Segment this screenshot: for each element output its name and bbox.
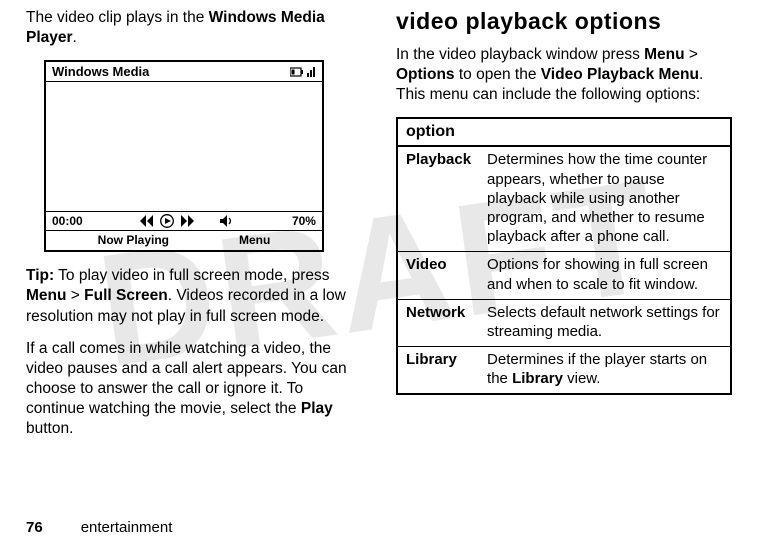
lib-desc-post: view. — [563, 370, 601, 387]
left-column: The video clip plays in the Windows Medi… — [26, 8, 362, 451]
player-titlebar: Windows Media — [46, 62, 322, 82]
player-video-area — [46, 82, 322, 212]
volume-icon — [220, 215, 234, 227]
page-number: 76 — [26, 519, 43, 536]
right-intro-paragraph: In the video playback window press Menu … — [396, 45, 732, 105]
tip-full-screen: Full Screen — [84, 287, 168, 304]
call-text1: If a call comes in while watching a vide… — [26, 340, 347, 417]
table-row: Playback Determines how the time counter… — [397, 146, 731, 251]
softkey-now-playing: Now Playing — [98, 233, 169, 247]
softkey-menu: Menu — [239, 233, 270, 247]
intro-post: . — [73, 29, 77, 46]
tip-paragraph: Tip: To play video in full screen mode, … — [26, 266, 362, 326]
r-intro-options: Options — [396, 66, 455, 83]
player-title-icons — [290, 67, 316, 77]
r-intro-mid: to open the — [455, 66, 541, 83]
opt-name: Video — [397, 252, 479, 299]
prev-icon — [140, 215, 154, 227]
tip-text1: To play video in full screen mode, press — [54, 267, 329, 284]
player-transport — [140, 214, 234, 228]
media-player-mock: Windows Media 00:00 70% Now — [44, 60, 324, 252]
tip-menu: Menu — [26, 287, 66, 304]
player-title-text: Windows Media — [52, 64, 149, 79]
r-intro-pre: In the video playback window press — [396, 46, 644, 63]
player-controls-row: 00:00 70% — [46, 212, 322, 231]
opt-name: Playback — [397, 146, 479, 251]
page-columns: The video clip plays in the Windows Medi… — [0, 0, 758, 451]
call-paragraph: If a call comes in while watching a vide… — [26, 339, 362, 440]
opt-name: Network — [397, 299, 479, 346]
opt-desc: Determines if the player starts on the L… — [479, 347, 731, 395]
signal-icon — [307, 67, 316, 77]
next-icon — [180, 215, 194, 227]
table-row: Video Options for showing in full screen… — [397, 252, 731, 299]
player-softkeys: Now Playing Menu — [46, 231, 322, 250]
page-footer: 76 entertainment — [26, 519, 172, 536]
call-play: Play — [301, 400, 333, 417]
r-intro-menu: Menu — [644, 46, 684, 63]
options-table: option Playback Determines how the time … — [396, 117, 732, 395]
intro-paragraph: The video clip plays in the Windows Medi… — [26, 8, 362, 48]
call-text2: button. — [26, 420, 73, 437]
section-heading: video playback options — [396, 8, 732, 35]
r-intro-gt: > — [685, 46, 698, 63]
lib-desc-bold: Library — [512, 370, 563, 387]
opt-desc: Determines how the time counter appears,… — [479, 146, 731, 251]
tip-label: Tip: — [26, 267, 54, 284]
intro-pre: The video clip plays in the — [26, 9, 209, 26]
r-intro-vpm: Video Playback Menu — [541, 66, 699, 83]
opt-name: Library — [397, 347, 479, 395]
battery-icon — [290, 67, 304, 77]
table-row: Library Determines if the player starts … — [397, 347, 731, 395]
opt-desc: Options for showing in full screen and w… — [479, 252, 731, 299]
player-pct: 70% — [292, 214, 316, 228]
table-header-row: option — [397, 118, 731, 146]
opt-desc: Selects default network settings for str… — [479, 299, 731, 346]
table-header: option — [397, 118, 731, 146]
table-row: Network Selects default network settings… — [397, 299, 731, 346]
right-column: video playback options In the video play… — [396, 8, 732, 451]
play-icon — [160, 214, 174, 228]
player-time: 00:00 — [52, 214, 83, 228]
footer-section: entertainment — [81, 519, 173, 536]
tip-gt: > — [66, 287, 84, 304]
